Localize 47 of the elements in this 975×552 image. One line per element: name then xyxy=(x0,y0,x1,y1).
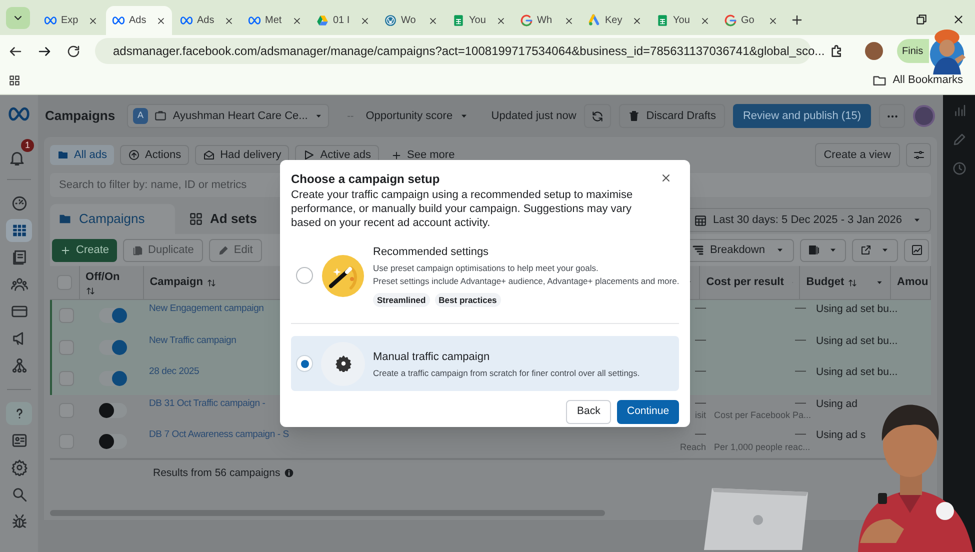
result-type: Reach xyxy=(680,442,706,452)
tab-title: You xyxy=(469,14,486,28)
dialog-description: Create your traffic campaign using a recommended setup to maximise performance, or manually build your campaign. Suggestions may vary based on your recent ad account activity. xyxy=(291,188,634,230)
page-title: Campaigns xyxy=(45,107,116,126)
tab-title: Wo xyxy=(401,14,416,28)
notification-badge: 1 xyxy=(21,139,34,152)
budget-cell-text: Using ad s xyxy=(816,428,866,443)
cost-cell-text: — xyxy=(795,332,806,348)
budget-cell-text: Using ad set bu... xyxy=(816,302,898,317)
tab-title: You xyxy=(673,14,690,28)
tag-chip: Best practices xyxy=(434,292,501,308)
account-name: Ayushman Heart Care Ce... xyxy=(172,108,308,124)
results-cell-text: — xyxy=(695,396,706,410)
results-cell-text: — xyxy=(695,364,706,379)
results-cell-text: — xyxy=(695,332,706,348)
score-dash: -- xyxy=(347,110,354,124)
tab-title: Ads xyxy=(129,14,146,28)
option-title: Recommended settings xyxy=(373,245,490,260)
budget-cell-text: Using ad xyxy=(816,396,858,412)
tab-title: Ads xyxy=(197,14,214,28)
cost-cell-text: — xyxy=(795,301,806,316)
tab-title: Wh xyxy=(537,14,552,28)
tab-title: Key xyxy=(605,14,622,28)
tab-title: Exp xyxy=(61,14,78,28)
tab-title: Met xyxy=(265,14,282,28)
budget-cell-text: Using ad set bu... xyxy=(816,365,898,380)
results-cell-text: — xyxy=(695,427,706,442)
account-avatar: A xyxy=(133,108,148,124)
url-text: adsmanager.facebook.com/adsmanager/manage/campaigns?act=1008199717534064&business_id=785631137036741&global_sco... xyxy=(113,43,825,60)
cost-cell-text: — xyxy=(795,364,806,379)
result-type: isit xyxy=(695,411,706,420)
dialog-title: Choose a campaign setup xyxy=(291,171,440,188)
option-description: Create a traffic campaign from scratch for finer control over all settings. xyxy=(373,368,640,378)
cost-cell-text: — xyxy=(795,396,806,410)
option-description: Preset settings include Advantage+ audience, Advantage+ placements and more. xyxy=(373,276,680,286)
cost-note: Per 1,000 people reac... xyxy=(714,442,810,452)
results-summary: Results from 56 campaigns xyxy=(153,466,280,480)
option-description: Use preset campaign optimisations to help meet your goals. xyxy=(373,262,600,274)
tag-chip: Streamlined xyxy=(373,292,430,308)
tab-title: Go xyxy=(741,14,754,28)
tab-title: 01 I xyxy=(333,14,350,28)
cost-note: Cost per Facebook Pa... xyxy=(714,411,812,420)
results-cell-text: — xyxy=(695,301,706,316)
cost-cell-text: — xyxy=(795,427,806,442)
budget-cell-text: Using ad set bu... xyxy=(816,334,898,348)
update-status: Updated just now xyxy=(491,108,576,124)
option-title: Manual traffic campaign xyxy=(373,350,491,365)
